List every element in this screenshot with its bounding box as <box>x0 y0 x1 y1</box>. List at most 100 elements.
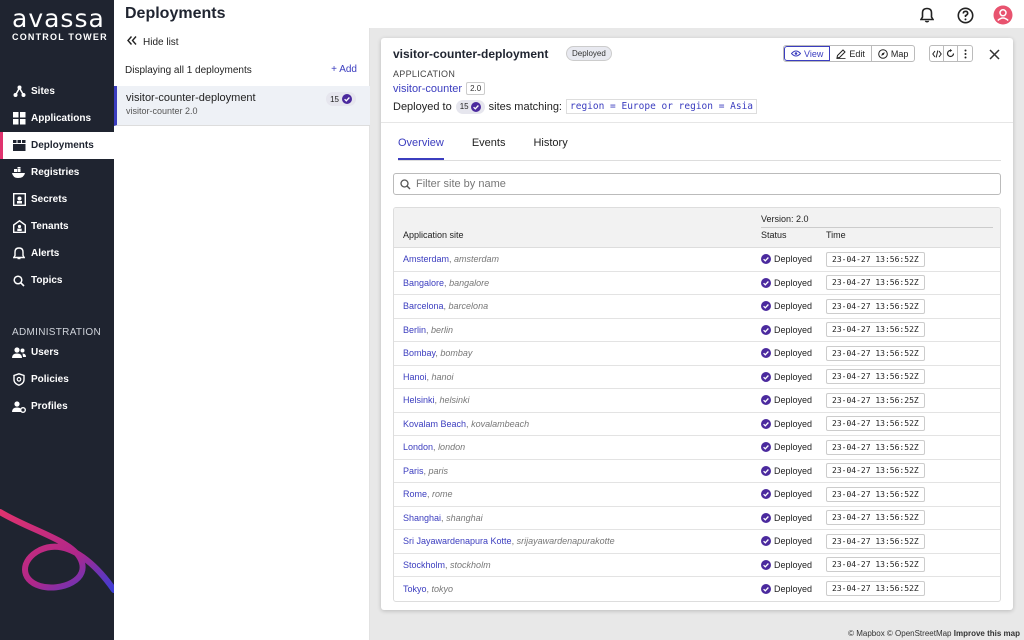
site-name-link[interactable]: Amsterdam <box>403 254 449 264</box>
site-name-link[interactable]: Sri Jayawardenapura Kotte <box>403 536 512 546</box>
time-badge: 23-04-27 13:56:52Z <box>826 463 925 479</box>
sidebar-item-secrets[interactable]: Secrets <box>0 186 114 213</box>
site-cell: Rome, rome <box>403 489 453 499</box>
logo[interactable]: avassa CONTROL TOWER <box>12 6 108 43</box>
sidebar-item-deployments[interactable]: Deployments <box>0 132 114 159</box>
view-button[interactable]: View <box>784 46 831 61</box>
sidebar-item-registries[interactable]: Registries <box>0 159 114 186</box>
applications-icon <box>12 112 26 126</box>
deployed-to-label: Deployed to <box>393 100 452 113</box>
check-circle-icon <box>761 254 771 265</box>
map-button[interactable]: Map <box>872 46 915 61</box>
site-name-link[interactable]: Bangalore <box>403 278 444 288</box>
tenants-icon <box>12 220 26 234</box>
improve-map-link[interactable]: Improve this map <box>954 629 1020 638</box>
refresh-button[interactable] <box>944 46 958 61</box>
site-cell: Amsterdam, amsterdam <box>403 254 499 264</box>
table-row[interactable]: Helsinki, helsinki Deployed 23-04-27 13:… <box>394 389 1000 413</box>
site-name-link[interactable]: Helsinki <box>403 395 435 405</box>
check-circle-icon <box>761 442 771 453</box>
status-cell: Deployed <box>761 371 813 382</box>
admin-heading: ADMINISTRATION <box>12 327 102 338</box>
sidebar-item-sites[interactable]: Sites <box>0 78 114 105</box>
deployment-list-item[interactable]: visitor-counter-deployment visitor-count… <box>114 86 370 126</box>
tab-overview[interactable]: Overview <box>398 137 444 160</box>
table-row[interactable]: Barcelona, barcelona Deployed 23-04-27 1… <box>394 295 1000 319</box>
table-row[interactable]: Shanghai, shanghai Deployed 23-04-27 13:… <box>394 507 1000 530</box>
sidebar-item-tenants[interactable]: Tenants <box>0 213 114 240</box>
sidebar-item-profiles[interactable]: Profiles <box>0 393 114 420</box>
sidebar-item-policies[interactable]: Policies <box>0 366 114 393</box>
more-options-button[interactable] <box>958 46 972 61</box>
site-cell: Sri Jayawardenapura Kotte, srijayawarden… <box>403 536 615 546</box>
site-alias: amsterdam <box>454 254 500 265</box>
check-circle-icon <box>761 512 771 523</box>
search-icon <box>12 274 26 288</box>
add-deployment-button[interactable]: + Add <box>331 64 357 75</box>
table-row[interactable]: Bangalore, bangalore Deployed 23-04-27 1… <box>394 272 1000 295</box>
site-name-link[interactable]: Shanghai <box>403 513 441 523</box>
status-text: Deployed <box>774 348 813 359</box>
hide-list-button[interactable]: Hide list <box>127 36 179 48</box>
table-row[interactable]: Sri Jayawardenapura Kotte, srijayawarden… <box>394 530 1000 554</box>
site-name-link[interactable]: Barcelona <box>403 301 444 311</box>
table-row[interactable]: Tokyo, tokyo Deployed 23-04-27 13:56:52Z <box>394 577 1000 601</box>
bell-icon <box>12 247 26 261</box>
table-row[interactable]: Stockholm, stockholm Deployed 23-04-27 1… <box>394 554 1000 577</box>
sidebar-item-topics[interactable]: Topics <box>0 267 114 294</box>
close-button[interactable] <box>985 45 1003 63</box>
site-name-link[interactable]: Rome <box>403 489 427 499</box>
site-name-link[interactable]: Bombay <box>403 348 435 358</box>
table-row[interactable]: Bombay, bombay Deployed 23-04-27 13:56:5… <box>394 342 1000 366</box>
view-label: View <box>804 48 824 59</box>
user-avatar-icon[interactable] <box>992 4 1014 26</box>
site-alias: barcelona <box>448 301 489 312</box>
status-cell: Deployed <box>761 512 812 523</box>
users-icon <box>12 346 26 360</box>
sites-count: 15 <box>459 102 469 111</box>
status-text: Deployed <box>774 371 813 382</box>
table-row[interactable]: London, london Deployed 23-04-27 13:56:5… <box>394 436 1000 460</box>
status-text: Deployed <box>774 442 813 453</box>
tab-history[interactable]: History <box>533 137 567 160</box>
code-view-button[interactable] <box>930 46 944 61</box>
sidebar-item-applications[interactable]: Applications <box>0 105 114 132</box>
status-cell: Deployed <box>761 301 812 312</box>
sidebar-item-users[interactable]: Users <box>0 339 114 366</box>
table-row[interactable]: Kovalam Beach, kovalambeach Deployed 23-… <box>394 413 1000 436</box>
map-label: Map <box>890 48 909 59</box>
filter-site-input[interactable] <box>416 178 976 190</box>
table-row[interactable]: Amsterdam, amsterdam Deployed 23-04-27 1… <box>394 248 1000 272</box>
edit-button[interactable]: Edit <box>830 46 872 61</box>
status-badge: Deployed <box>566 46 612 61</box>
status-text: Deployed <box>774 583 813 594</box>
deployed-to-summary: Deployed to 15 sites matching: region = … <box>393 99 758 114</box>
hide-list-label: Hide list <box>143 36 179 48</box>
status-cell: Deployed <box>761 418 812 429</box>
site-alias: helsinki <box>439 395 470 406</box>
site-name-link[interactable]: London <box>403 442 433 452</box>
sidebar-item-label: Topics <box>31 275 63 286</box>
site-name-link[interactable]: Hanoi <box>403 372 427 382</box>
sites-icon <box>12 85 26 99</box>
site-name-link[interactable]: Stockholm <box>403 560 445 570</box>
table-row[interactable]: Paris, paris Deployed 23-04-27 13:56:52Z <box>394 460 1000 483</box>
site-name-link[interactable]: Kovalam Beach <box>403 419 466 429</box>
status-text: Deployed <box>774 254 813 265</box>
time-badge: 23-04-27 13:56:52Z <box>826 510 925 526</box>
site-cell: London, london <box>403 442 465 452</box>
site-name-link[interactable]: Tokyo <box>403 584 427 594</box>
help-icon[interactable] <box>954 4 976 26</box>
site-name-link[interactable]: Paris <box>403 466 424 476</box>
table-row[interactable]: Hanoi, hanoi Deployed 23-04-27 13:56:52Z <box>394 366 1000 389</box>
application-version-badge: 2.0 <box>466 82 486 95</box>
check-circle-icon <box>761 324 771 335</box>
tab-events[interactable]: Events <box>472 137 506 160</box>
table-row[interactable]: Rome, rome Deployed 23-04-27 13:56:52Z <box>394 483 1000 507</box>
notifications-bell-icon[interactable] <box>916 4 938 26</box>
application-link[interactable]: visitor-counter <box>393 83 462 95</box>
registries-icon <box>12 166 26 180</box>
sidebar-item-alerts[interactable]: Alerts <box>0 240 114 267</box>
table-row[interactable]: Berlin, berlin Deployed 23-04-27 13:56:5… <box>394 319 1000 342</box>
site-name-link[interactable]: Berlin <box>403 325 426 335</box>
